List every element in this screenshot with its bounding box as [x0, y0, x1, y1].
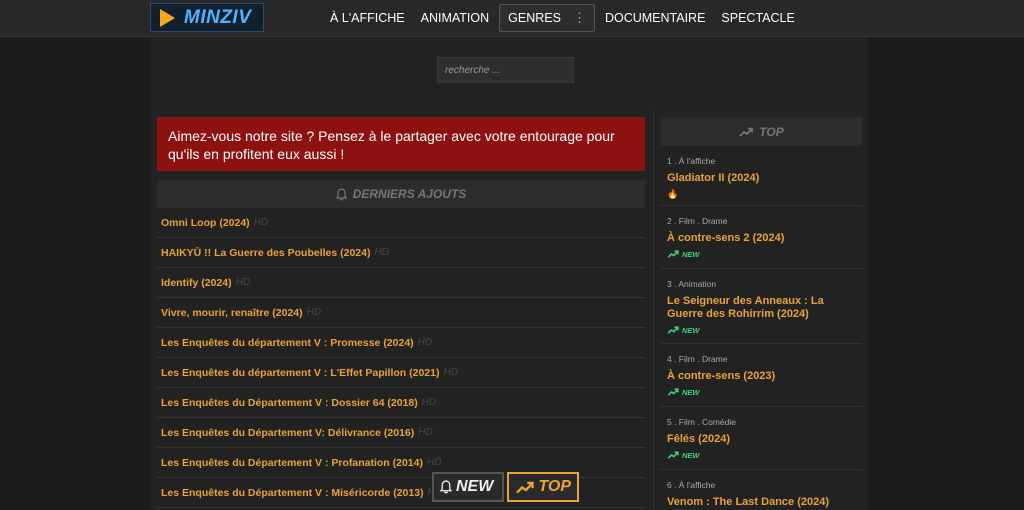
top-item-meta: 5 . Film . Comédie: [667, 417, 736, 427]
top-item-title[interactable]: À contre-sens 2 (2024): [667, 232, 856, 245]
top-tab-label: TOP: [538, 478, 571, 495]
new-badge: NEW: [667, 386, 856, 398]
nav-item-genres-label: GENRES: [508, 11, 561, 25]
new-badge: NEW: [667, 449, 856, 461]
hd-badge: HD: [235, 277, 251, 288]
new-tab-label: NEW: [456, 478, 494, 495]
site-logo[interactable]: MINZIV: [150, 3, 264, 32]
trending-up-icon: [667, 326, 679, 334]
top-item-meta: 6 . À l'affiche: [667, 480, 716, 490]
bell-icon: [335, 187, 347, 200]
latest-item-title[interactable]: Vivre, mourir, renaître (2024): [161, 307, 303, 319]
top-item-title[interactable]: Le Seigneur des Anneaux : La Guerre des …: [667, 295, 856, 321]
new-badge: NEW: [667, 248, 856, 260]
hd-badge: HD: [443, 367, 458, 378]
play-icon: [160, 8, 175, 27]
kebab-menu-icon: ⋮: [572, 10, 586, 25]
latest-item-title[interactable]: Omni Loop (2024): [161, 217, 250, 229]
latest-item-title[interactable]: Identify (2024): [161, 277, 232, 289]
list-item: Les Enquêtes du Département V : Dossier …: [157, 388, 645, 418]
new-badge-label: NEW: [682, 387, 700, 397]
list-item: 3 . Animation Le Seigneur des Anneaux : …: [661, 269, 862, 344]
hd-badge: HD: [417, 337, 433, 348]
latest-item-title[interactable]: Les Enquêtes du Département V: Délivranc…: [161, 427, 414, 439]
latest-item-title[interactable]: Les Enquêtes du département V : L'Effet …: [161, 367, 439, 379]
list-item: 5 . Film . Comédie Fêlés (2024) NEW: [661, 407, 862, 470]
new-badge-label: NEW: [682, 450, 700, 460]
nav-item-genres[interactable]: GENRES ⋮: [499, 4, 595, 32]
trending-up-icon: [739, 127, 754, 137]
trending-up-icon: [667, 388, 679, 396]
latest-item-title[interactable]: HAIKYŪ !! La Guerre des Poubelles (2024): [161, 247, 370, 259]
latest-section-title: DERNIERS AJOUTS: [352, 187, 467, 201]
column-divider: [653, 110, 654, 510]
top-item-title[interactable]: Fêlés (2024): [667, 433, 856, 446]
list-item: 6 . À l'affiche Venom : The Last Dance (…: [661, 470, 862, 510]
latest-item-title[interactable]: Les Enquêtes du Département V : Dossier …: [161, 397, 418, 409]
latest-list: Omni Loop (2024) HD HAIKYŪ !! La Guerre d…: [157, 208, 645, 508]
nav-item-animation[interactable]: ANIMATION: [413, 5, 498, 31]
trending-up-icon: [667, 451, 679, 459]
latest-section-header: DERNIERS AJOUTS: [157, 180, 645, 208]
top-navbar: MINZIV À L'AFFICHE ANIMATION GENRES ⋮ DO…: [0, 0, 1024, 37]
new-badge-label: NEW: [682, 325, 700, 335]
latest-item-title[interactable]: Les Enquêtes du département V : Promesse…: [161, 337, 414, 349]
new-badge-label: NEW: [682, 249, 700, 259]
list-item: Les Enquêtes du département V : L'Effet …: [157, 358, 645, 388]
search-input[interactable]: [437, 57, 574, 83]
list-item: Identify (2024) HD: [157, 268, 645, 298]
nav-item-documentaire[interactable]: DOCUMENTAIRE: [597, 5, 713, 31]
fire-badge: 🔥: [667, 188, 856, 200]
list-item: Omni Loop (2024) HD: [157, 208, 645, 238]
floating-tabs: NEW TOP: [432, 472, 579, 502]
hd-badge: HD: [374, 247, 389, 258]
nav-item-a-l-affiche[interactable]: À L'AFFICHE: [322, 5, 413, 31]
list-item: Les Enquêtes du Département V: Délivranc…: [157, 418, 645, 448]
top-item-meta: 3 . Animation: [667, 279, 717, 289]
top-item-title[interactable]: À contre-sens (2023): [667, 370, 856, 383]
share-banner: Aimez-vous notre site ? Pensez à le part…: [157, 117, 645, 171]
top-tab-button[interactable]: TOP: [507, 472, 579, 502]
list-item: Les Enquêtes du département V : Promesse…: [157, 328, 645, 358]
list-item: 2 . Film . Drame À contre-sens 2 (2024) …: [661, 206, 862, 269]
top-list: 1 . À l'affiche Gladiator II (2024) 🔥 2 …: [661, 146, 862, 510]
top-section-title: TOP: [759, 124, 784, 139]
trending-up-icon: [667, 250, 679, 258]
top-item-meta: 2 . Film . Drame: [667, 216, 728, 226]
hd-badge: HD: [421, 397, 437, 408]
hd-badge: HD: [418, 427, 433, 438]
list-item: 4 . Film . Drame À contre-sens (2023) NE…: [661, 344, 862, 407]
top-item-title[interactable]: Venom : The Last Dance (2024): [667, 496, 856, 509]
main-nav: À L'AFFICHE ANIMATION GENRES ⋮ DOCUMENTA…: [322, 4, 803, 32]
nav-item-spectacle[interactable]: SPECTACLE: [713, 5, 802, 31]
trending-up-icon: [516, 481, 534, 494]
latest-item-title[interactable]: Les Enquêtes du Département V : Misérico…: [161, 487, 424, 499]
top-item-meta: 1 . À l'affiche: [667, 156, 716, 166]
bell-icon: [440, 480, 452, 494]
hd-badge: HD: [253, 217, 269, 228]
fire-icon: 🔥: [667, 188, 679, 199]
list-item: Vivre, mourir, renaître (2024) HD: [157, 298, 645, 328]
share-banner-text: Aimez-vous notre site ? Pensez à le part…: [168, 128, 615, 162]
new-tab-button[interactable]: NEW: [432, 472, 504, 502]
latest-item-title[interactable]: Les Enquêtes du Département V : Profanat…: [161, 457, 423, 469]
logo-text: MINZIV: [184, 6, 252, 28]
top-section-header: TOP: [661, 117, 862, 146]
top-item-title[interactable]: Gladiator II (2024): [667, 172, 856, 185]
hd-badge: HD: [426, 457, 442, 468]
new-badge: NEW: [667, 324, 856, 336]
list-item: 1 . À l'affiche Gladiator II (2024) 🔥: [661, 146, 862, 206]
top-item-meta: 4 . Film . Drame: [667, 354, 728, 364]
hd-badge: HD: [306, 307, 322, 318]
list-item: HAIKYŪ !! La Guerre des Poubelles (2024)…: [157, 238, 645, 268]
